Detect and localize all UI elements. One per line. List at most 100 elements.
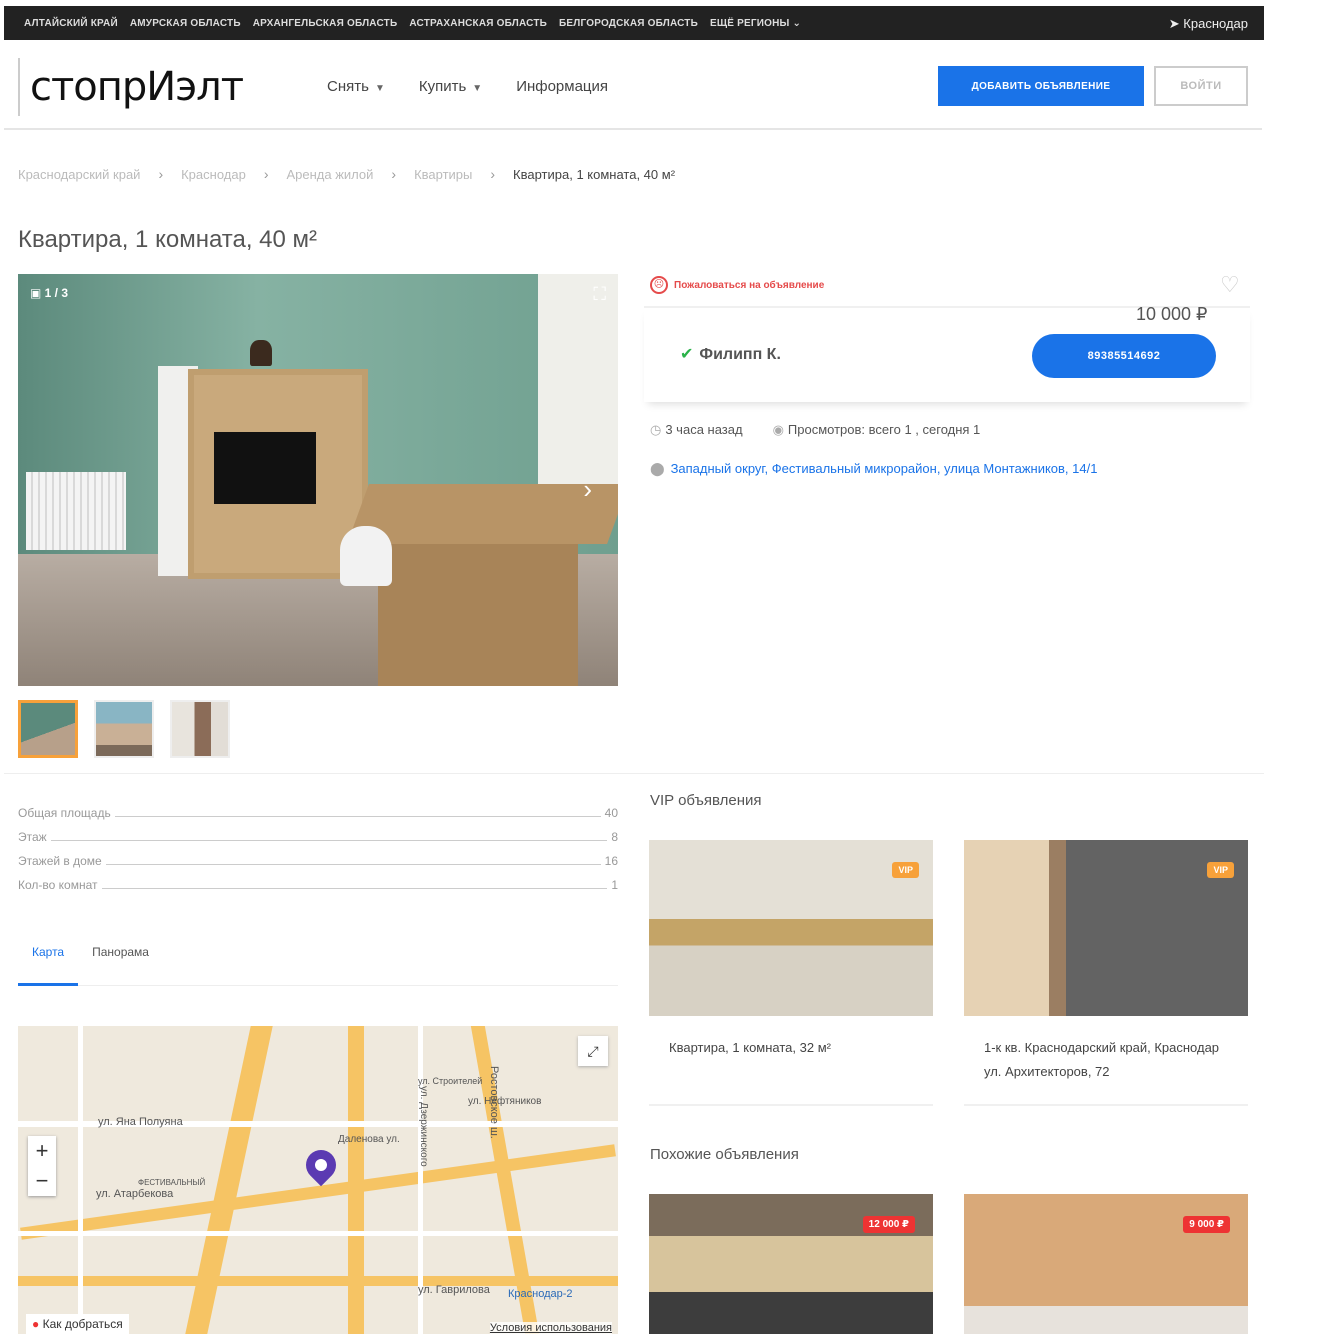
param-leader <box>50 840 608 841</box>
listing-price: 10 000 ₽ <box>1136 304 1208 324</box>
zoom-control: + − <box>28 1136 56 1196</box>
nav-info[interactable]: Информация <box>516 78 608 95</box>
param-leader <box>101 888 608 889</box>
map-label: ул. Дзержинского <box>418 1086 429 1167</box>
param-leader <box>114 816 601 817</box>
region-link[interactable]: АРХАНГЕЛЬСКАЯ ОБЛАСТЬ <box>253 18 398 29</box>
card-title[interactable]: Квартира, 1 комната, 32 м² <box>649 1016 933 1106</box>
param-label: Кол-во комнат <box>18 878 98 892</box>
card-image: VIP <box>649 840 933 1016</box>
breadcrumb-current: Квартира, 1 комната, 40 м² <box>513 166 676 182</box>
photo-counter <box>347 484 618 544</box>
photo-figurine <box>250 340 272 366</box>
thumbnail[interactable] <box>94 700 154 758</box>
view-count: ◉ Просмотров: всего 1 , сегодня 1 <box>773 422 981 438</box>
directions-label: Как добраться <box>42 1317 123 1331</box>
login-button[interactable]: ВОЙТИ <box>1154 66 1248 106</box>
params-list: Общая площадь 40 Этаж 8 Этажей в доме 16 Ко… <box>18 796 618 892</box>
map-label: ул. Нефтяников <box>468 1096 542 1107</box>
region-link[interactable]: АЛТАЙСКИЙ КРАЙ <box>24 18 118 29</box>
city-label: Краснодар <box>1183 16 1248 31</box>
map-street <box>18 1231 618 1236</box>
expand-map-icon[interactable]: ⤢ <box>578 1036 608 1066</box>
nav-buy[interactable]: Купить ▼ <box>419 78 482 95</box>
param-leader <box>105 864 601 865</box>
seller-name[interactable]: ✔ Филипп К. <box>680 344 781 364</box>
vip-card[interactable]: VIP 1-к кв. Краснодарский край, Краснода… <box>964 840 1248 1106</box>
thumbnail[interactable] <box>170 700 230 758</box>
favorite-heart-icon[interactable]: ♡ <box>1220 272 1240 298</box>
complain-link[interactable]: ☹ Пожаловаться на объявление <box>650 276 824 294</box>
card-title[interactable]: 1-к кв. Краснодарский край, Краснодар ул… <box>964 1016 1248 1106</box>
vip-card[interactable]: VIP Квартира, 1 комната, 32 м² <box>649 840 933 1106</box>
nav-buy-label: Купить <box>418 78 467 95</box>
complain-label: Пожаловаться на объявление <box>674 279 825 291</box>
phone-button[interactable]: 89385514692 <box>1032 334 1216 378</box>
region-link[interactable]: АСТРАХАНСКАЯ ОБЛАСТЬ <box>409 18 547 29</box>
tab-map[interactable]: Карта <box>18 942 79 986</box>
view-count-label: Просмотров: всего 1 , сегодня 1 <box>787 422 981 437</box>
param-row: Этажей в доме 16 <box>18 844 618 868</box>
chevron-down-icon: ▼ <box>472 83 483 94</box>
similar-card[interactable]: 9 000 ₽ <box>964 1194 1248 1334</box>
param-row: Общая площадь 40 <box>18 796 618 820</box>
directions-link[interactable]: ● Как добраться <box>26 1314 129 1334</box>
map-label: ул. Яна Полуяна <box>98 1116 183 1128</box>
param-value: 1 <box>611 878 618 892</box>
seller-name-label: Филипп К. <box>699 346 781 363</box>
breadcrumb-item[interactable]: Краснодар <box>181 167 246 182</box>
chevron-right-icon: › <box>490 166 496 182</box>
posted-time-label: 3 часа назад <box>665 422 743 437</box>
chevron-right-icon: › <box>391 166 397 182</box>
param-value: 8 <box>611 830 618 844</box>
sad-face-icon: ☹ <box>650 276 668 294</box>
similar-card[interactable]: 12 000 ₽ <box>649 1194 933 1334</box>
thumbnail[interactable] <box>18 700 78 758</box>
map-road <box>18 1276 618 1286</box>
nav-rent-label: Снять <box>327 78 369 95</box>
gallery-icon: ▣ <box>30 286 45 300</box>
region-link[interactable]: БЕЛГОРОДСКАЯ ОБЛАСТЬ <box>559 18 698 29</box>
fullscreen-icon[interactable]: ⛶ <box>593 284 606 305</box>
zoom-out-icon[interactable]: − <box>28 1166 56 1196</box>
nav-rent[interactable]: Снять ▼ <box>327 78 385 95</box>
region-link[interactable]: АМУРСКАЯ ОБЛАСТЬ <box>130 18 241 29</box>
card-image: 9 000 ₽ <box>964 1194 1248 1334</box>
location-pin-icon <box>299 1143 343 1187</box>
city-selector[interactable]: ➤ Краснодар <box>1169 16 1248 32</box>
clock-icon: ◷ <box>650 422 662 437</box>
param-label: Этажей в доме <box>18 854 102 868</box>
vip-badge: VIP <box>1207 862 1234 878</box>
site-header: стопрИэлт Снять ▼ Купить ▼ Информация ДОБА… <box>4 40 1262 130</box>
param-value: 16 <box>604 854 618 868</box>
thumbnail-strip <box>18 700 230 758</box>
breadcrumb-item[interactable]: Квартиры <box>414 167 472 182</box>
map-label: ул. Атарбекова <box>96 1188 174 1200</box>
more-regions-link[interactable]: ЕЩЁ РЕГИОНЫ ⌄ <box>710 18 801 29</box>
address-link[interactable]: ⬤ Западный округ, Фестивальный микрорайон… <box>650 461 1097 477</box>
tab-panorama[interactable]: Панорама <box>78 942 163 986</box>
chevron-down-icon: ▼ <box>374 83 385 94</box>
next-photo-icon[interactable]: › <box>583 474 592 505</box>
photo-radiator <box>26 472 126 550</box>
map-terms-link[interactable]: Условия использования <box>489 1322 612 1334</box>
add-listing-button[interactable]: ДОБАВИТЬ ОБЪЯВЛЕНИЕ <box>938 66 1144 106</box>
photo-counter-badge: ▣ 1 / 3 <box>30 286 68 300</box>
card-image: 12 000 ₽ <box>649 1194 933 1334</box>
param-row: Этаж 8 <box>18 820 618 844</box>
checkmark-icon: ✔ <box>680 346 694 363</box>
map-view[interactable]: ул. Яна Полуяна ул. Атарбекова ФЕСТИВАЛЬ… <box>18 1026 618 1334</box>
map-label: ул. Строителей <box>418 1076 483 1086</box>
breadcrumb-item[interactable]: Краснодарский край <box>18 167 140 182</box>
location-arrow-icon: ➤ <box>1168 16 1184 31</box>
breadcrumb-item[interactable]: Аренда жилой <box>286 167 373 182</box>
zoom-in-icon[interactable]: + <box>28 1136 56 1166</box>
photo-gallery[interactable]: ▣ 1 / 3 ⛶ › <box>18 274 618 686</box>
vip-badge: VIP <box>892 862 919 878</box>
site-logo[interactable]: стопрИэлт <box>18 58 244 116</box>
chevron-right-icon: › <box>158 166 164 182</box>
map-tabs: Карта Панорама <box>18 942 618 986</box>
map-road <box>348 1026 364 1334</box>
map-pin-icon: ● <box>32 1317 40 1331</box>
listing-meta: ◷ 3 часа назад ◉ Просмотров: всего 1 , сег… <box>650 422 980 438</box>
